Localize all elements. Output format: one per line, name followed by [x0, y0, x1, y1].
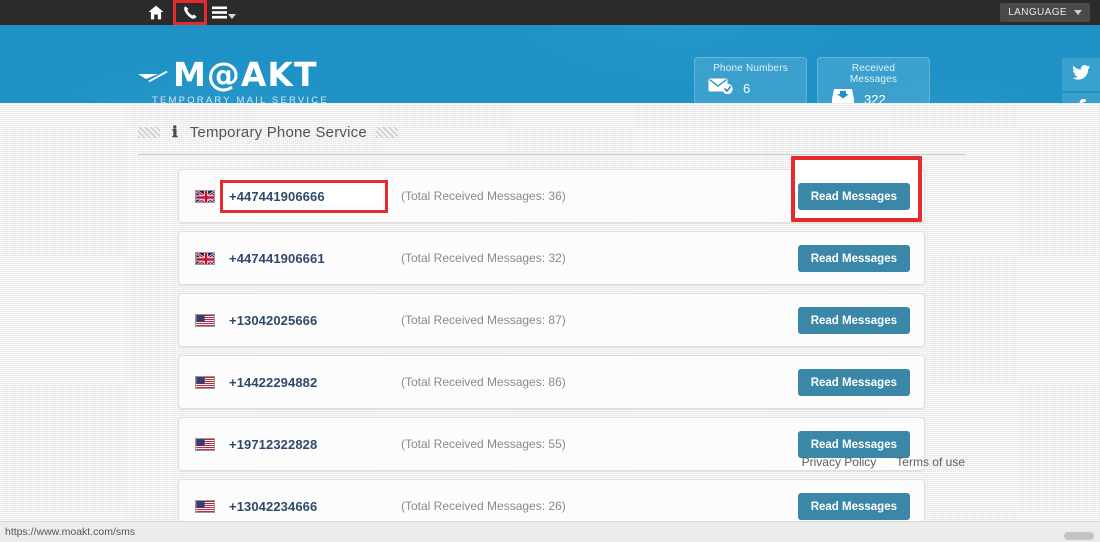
privacy-policy-link[interactable]: Privacy Policy — [802, 455, 877, 469]
status-url: https://www.moakt.com/sms — [5, 526, 136, 538]
page-title-bar: ℹ Temporary Phone Service — [138, 103, 965, 145]
read-messages-button[interactable]: Read Messages — [797, 307, 910, 334]
flag-gb-icon — [195, 251, 215, 265]
logo-wordmark: M@AKT — [138, 58, 438, 91]
page-title: Temporary Phone Service — [189, 123, 367, 141]
content-container: ℹ Temporary Phone Service +447441906666 … — [138, 103, 965, 541]
message-count: (Total Received Messages: 86) — [401, 375, 566, 389]
phone-number-link[interactable]: +13042234666 — [229, 499, 379, 514]
browser-status-bar: https://www.moakt.com/sms — [0, 521, 1100, 542]
hatch-decoration-right — [375, 126, 398, 138]
social-links — [1062, 58, 1100, 103]
message-count: (Total Received Messages: 32) — [401, 251, 566, 265]
hatch-decoration-left — [138, 126, 160, 138]
stat-value: 6 — [743, 80, 751, 96]
top-navbar: LANGUAGE — [0, 0, 1100, 25]
terms-of-use-link[interactable]: Terms of use — [896, 455, 965, 469]
read-messages-button[interactable]: Read Messages — [797, 183, 910, 210]
home-button[interactable] — [139, 0, 173, 25]
envelope-check-icon — [708, 77, 734, 99]
flag-us-icon — [195, 375, 215, 389]
logo-text: M@AKT — [173, 55, 318, 94]
phone-number-link[interactable]: +13042025666 — [229, 313, 379, 328]
facebook-button[interactable] — [1062, 93, 1100, 103]
phone-number-link[interactable]: +447441906661 — [229, 251, 379, 266]
footer-links: Privacy Policy Terms of use — [802, 455, 965, 469]
phone-number-link[interactable]: +447441906666 — [220, 179, 388, 213]
flag-us-icon — [195, 437, 215, 451]
nav-icon-group — [139, 0, 241, 25]
flag-us-icon — [195, 313, 215, 327]
title-divider — [138, 154, 965, 155]
read-messages-button[interactable]: Read Messages — [797, 369, 910, 396]
hamburger-menu-icon — [212, 6, 227, 19]
message-count: (Total Received Messages: 26) — [401, 499, 566, 513]
table-row[interactable]: +447441906661 (Total Received Messages: … — [178, 231, 925, 285]
logo-tagline: TEMPORARY MAIL SERVICE — [152, 95, 329, 103]
header-stats: Phone Numbers 6 Received Messages 322 — [694, 57, 930, 103]
phone-number-list: +447441906666 (Total Received Messages: … — [138, 156, 965, 533]
phone-button[interactable] — [173, 0, 207, 25]
stat-received-messages[interactable]: Received Messages 322 — [817, 57, 930, 103]
language-selector[interactable]: LANGUAGE — [1000, 3, 1090, 22]
home-icon — [148, 5, 164, 20]
twitter-button[interactable] — [1062, 58, 1100, 91]
stat-title: Received Messages — [849, 63, 898, 85]
read-messages-button[interactable]: Read Messages — [797, 245, 910, 272]
site-header: M@AKT TEMPORARY MAIL SERVICE Phone Numbe… — [0, 25, 1100, 103]
language-label: LANGUAGE — [1008, 7, 1067, 18]
flag-us-icon — [195, 499, 215, 513]
stat-title: Phone Numbers — [713, 63, 788, 74]
table-row[interactable]: +14422294882 (Total Received Messages: 8… — [178, 355, 925, 409]
phone-number-link[interactable]: +14422294882 — [229, 375, 379, 390]
read-messages-button[interactable]: Read Messages — [797, 493, 910, 520]
swoosh-icon — [138, 58, 168, 91]
twitter-icon — [1072, 64, 1090, 85]
stat-phone-numbers[interactable]: Phone Numbers 6 — [694, 57, 807, 103]
message-count: (Total Received Messages: 87) — [401, 313, 566, 327]
phone-icon — [183, 5, 198, 20]
phone-number-link[interactable]: +19712322828 — [229, 437, 379, 452]
info-icon: ℹ — [172, 124, 178, 141]
scrollbar-thumb[interactable] — [1064, 532, 1094, 540]
chevron-down-icon — [228, 13, 236, 19]
read-messages-button[interactable]: Read Messages — [797, 431, 910, 458]
table-row[interactable]: +13042025666 (Total Received Messages: 8… — [178, 293, 925, 347]
message-count: (Total Received Messages: 55) — [401, 437, 566, 451]
chevron-down-icon — [1074, 10, 1082, 15]
table-row[interactable]: +447441906666 (Total Received Messages: … — [178, 156, 925, 223]
flag-gb-icon — [195, 189, 215, 203]
site-logo[interactable]: M@AKT TEMPORARY MAIL SERVICE — [138, 58, 438, 103]
menu-button[interactable] — [207, 0, 241, 25]
stat-value: 322 — [864, 92, 886, 103]
message-count: (Total Received Messages: 36) — [401, 189, 566, 203]
page-body: ℹ Temporary Phone Service +447441906666 … — [0, 103, 1100, 533]
inbox-download-icon — [831, 88, 855, 103]
app-window: LANGUAGE M@AKT TEMPORARY MAIL SERVICE Ph… — [0, 0, 1100, 542]
